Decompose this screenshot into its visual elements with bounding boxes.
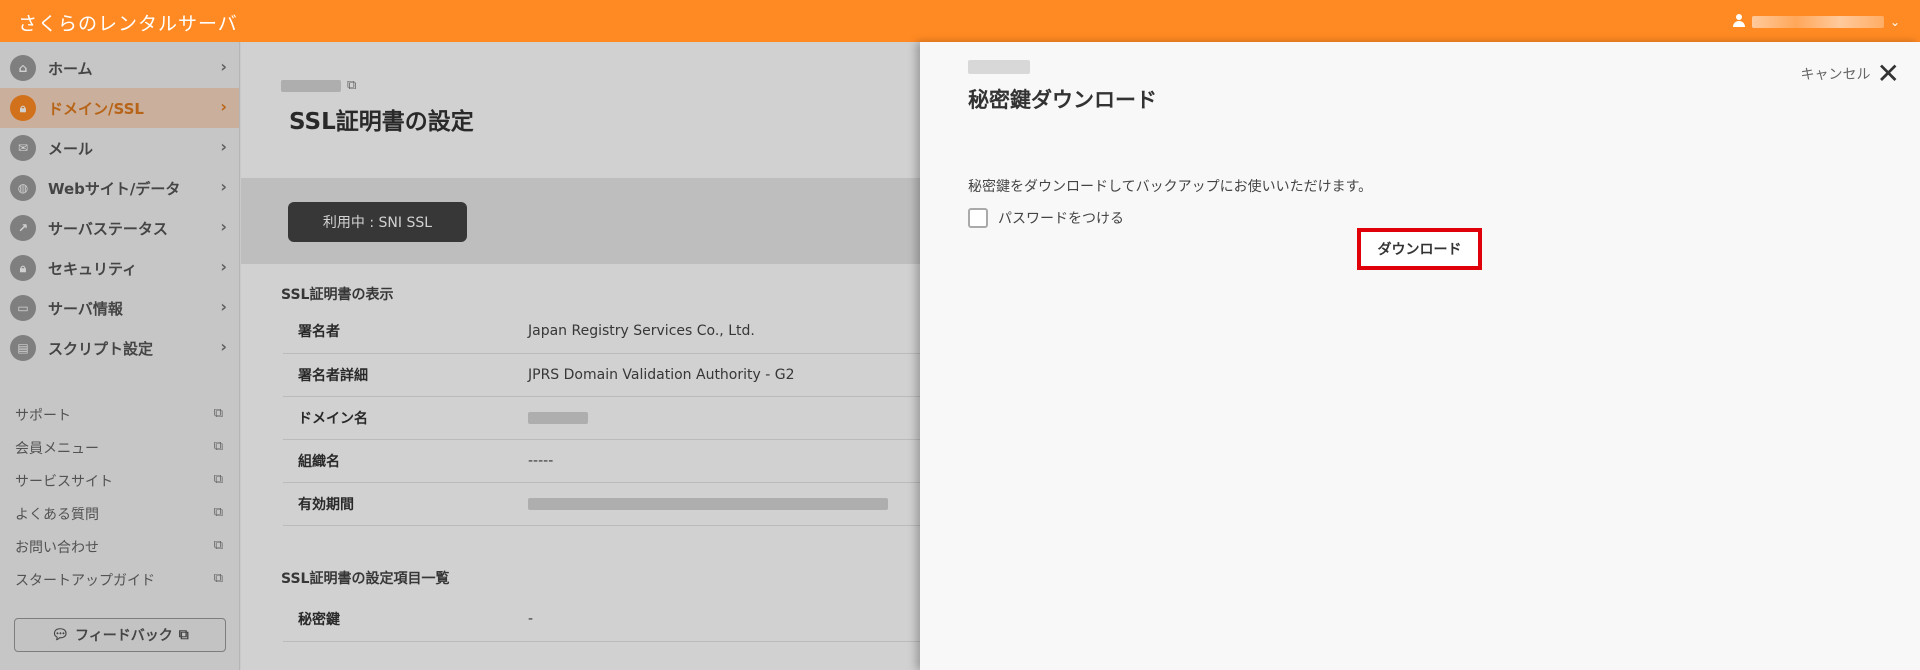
user-name-redacted: [1751, 15, 1884, 28]
password-option[interactable]: パスワードをつける: [968, 208, 1124, 228]
user-menu[interactable]: ⌄: [1732, 12, 1900, 31]
domain-redacted: [968, 60, 1030, 74]
top-bar: さくらのレンタルサーバ ⌄: [0, 0, 1920, 42]
private-key-download-panel: 秘密鍵ダウンロード キャンセル ✕ 秘密鍵をダウンロードしてバックアップにお使い…: [920, 42, 1920, 670]
modal-backdrop[interactable]: [0, 42, 920, 670]
chevron-down-icon: ⌄: [1889, 14, 1900, 29]
user-icon: [1732, 12, 1746, 31]
close-icon[interactable]: ✕: [1877, 60, 1900, 88]
brand-logo[interactable]: さくらのレンタルサーバ: [18, 9, 238, 36]
cancel-button[interactable]: キャンセル ✕: [1801, 60, 1900, 88]
cancel-label: キャンセル: [1800, 67, 1871, 83]
password-option-label: パスワードをつける: [998, 211, 1124, 227]
panel-title: 秘密鍵ダウンロード: [968, 88, 1157, 112]
panel-description: 秘密鍵をダウンロードしてバックアップにお使いいただけます。: [968, 179, 1373, 195]
download-button[interactable]: ダウンロード: [1357, 228, 1482, 270]
password-checkbox[interactable]: [968, 208, 988, 228]
